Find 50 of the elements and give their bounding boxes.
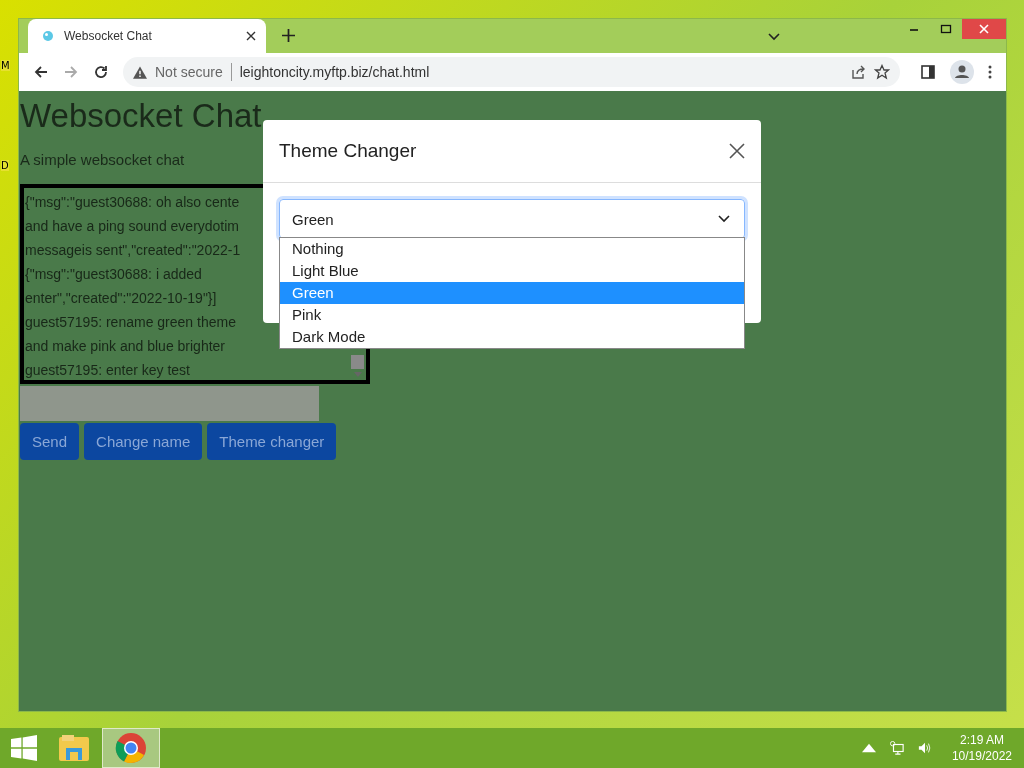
- side-panel-icon[interactable]: [920, 64, 936, 80]
- action-button[interactable]: Change name: [84, 423, 203, 460]
- chevron-down-icon[interactable]: [768, 33, 780, 41]
- close-icon[interactable]: [729, 143, 745, 159]
- scroll-thumb[interactable]: [351, 355, 364, 369]
- chat-line: guest57195: enter key test: [25, 361, 190, 380]
- speaker-icon[interactable]: [917, 741, 932, 755]
- page-heading: Websocket Chat: [20, 96, 262, 136]
- taskbar-button[interactable]: [102, 728, 160, 768]
- chat-line: guest57195: rename green theme: [25, 313, 236, 332]
- dropdown-option[interactable]: Dark Mode: [280, 326, 744, 348]
- chevron-down-icon: [718, 215, 730, 223]
- chat-line: enter","created":"2022-10-19"}]: [25, 289, 217, 308]
- close-icon: [978, 23, 990, 35]
- chat-line: and have a ping sound everydotim: [25, 217, 240, 236]
- theme-select[interactable]: Green: [279, 199, 745, 239]
- security-label: Not secure: [155, 64, 223, 80]
- profile-icon[interactable]: [950, 60, 974, 84]
- action-button[interactable]: Theme changer: [207, 423, 337, 460]
- url-text: leightoncity.myftp.biz/chat.html: [239, 64, 430, 80]
- page-subtitle: A simple websocket chat: [20, 151, 185, 168]
- desktop-icon-label: D: [1, 160, 9, 171]
- modal-title: Theme Changer: [279, 140, 417, 162]
- dropdown-option[interactable]: Pink: [280, 304, 744, 326]
- new-tab-icon[interactable]: [282, 29, 295, 42]
- clock-time: 2:19 AM: [959, 732, 1004, 748]
- caret-up-icon[interactable]: [861, 741, 876, 755]
- close-icon[interactable]: [246, 31, 256, 41]
- browser-logo-icon: [115, 732, 147, 764]
- chat-line: and make pink and blue brighter: [25, 337, 226, 356]
- action-button[interactable]: Send: [20, 423, 80, 460]
- reload-icon[interactable]: [93, 64, 109, 80]
- address-bar[interactable]: Not secure leightoncity.myftp.biz/chat.html: [123, 57, 900, 87]
- warning-icon: [133, 65, 147, 79]
- dropdown-option[interactable]: Light Blue: [280, 260, 744, 282]
- back-icon[interactable]: [33, 64, 49, 80]
- chat-line: messageis sent","created":"2022-1: [25, 241, 241, 260]
- message-input[interactable]: [20, 386, 319, 421]
- share-icon[interactable]: [850, 64, 866, 80]
- globe-icon: [42, 30, 54, 42]
- chat-line: {"msg":"guest30688: oh also cente: [25, 193, 240, 212]
- star-icon[interactable]: [874, 64, 890, 80]
- dropdown-option[interactable]: Nothing: [280, 238, 744, 260]
- desktop-icon-label: M: [1, 60, 10, 71]
- browser-tab[interactable]: Websocket Chat: [28, 19, 266, 53]
- network-icon[interactable]: [889, 741, 904, 755]
- chat-line: {"msg":"guest30688: i added: [25, 265, 202, 284]
- menu-icon[interactable]: [988, 64, 992, 80]
- windows-logo-icon[interactable]: [10, 735, 38, 761]
- clock-date: 10/19/2022: [951, 748, 1012, 764]
